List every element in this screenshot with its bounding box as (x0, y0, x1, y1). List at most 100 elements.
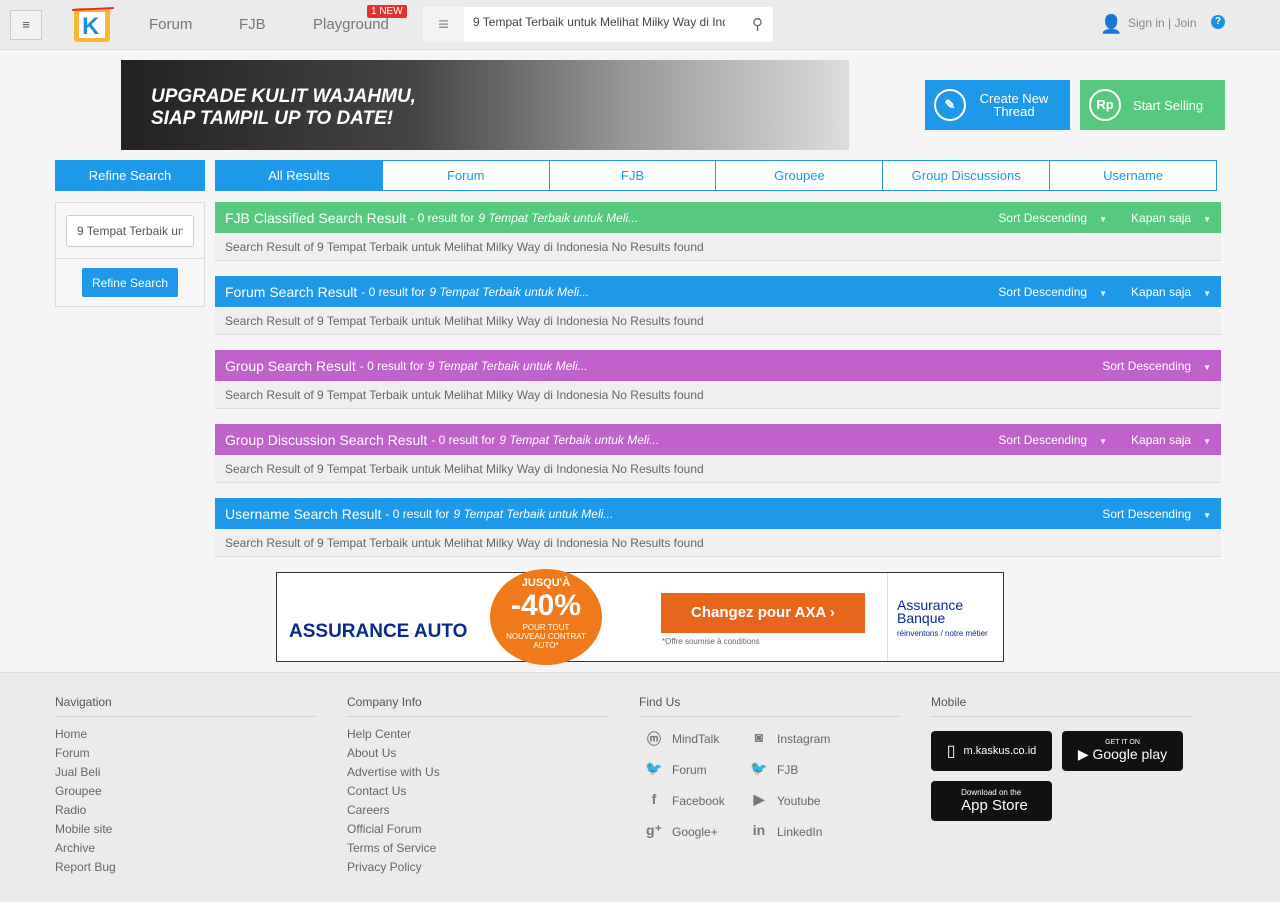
user-icon: 👤 (1100, 14, 1123, 34)
twitter-icon: 🐦 (750, 760, 768, 776)
create-thread-button[interactable]: ✎ Create New Thread (925, 80, 1070, 130)
search-menu-icon[interactable]: ≡ (423, 7, 464, 42)
result-count: - 0 result for (431, 432, 496, 447)
footer-navigation: Navigation Home Forum Jual Beli Groupee Radi… (55, 695, 315, 877)
footer-link[interactable]: Report Bug (55, 858, 315, 877)
section-header: Username Search Result - 0 result for 9 … (215, 498, 1221, 529)
mobile-site-badge[interactable]: ▯ m.kaskus.co.id (931, 731, 1052, 771)
footer-link[interactable]: Forum (55, 744, 315, 763)
social-link[interactable]: 🐦 Forum (644, 760, 706, 780)
sign-in-link[interactable]: Sign in | Join (1128, 16, 1197, 30)
footer-link[interactable]: Radio (55, 801, 315, 820)
caret-down-icon: ▼ (1099, 436, 1108, 446)
search-icon[interactable]: ⚲ (752, 15, 763, 33)
app-store-badge[interactable]: Download on the App Store (931, 781, 1052, 821)
ad-banner-bottom[interactable]: ASSURANCE AUTO JUSQU'À -40% POUR TOUT NO… (276, 569, 1004, 665)
refine-search-header[interactable]: Refine Search (55, 160, 205, 191)
sort-dropdown[interactable]: Sort Descending ▼ (1102, 507, 1211, 521)
section-header: FJB Classified Search Result - 0 result … (215, 202, 1221, 233)
social-link[interactable]: 🐦 FJB (749, 760, 798, 780)
sort-dropdown[interactable]: Sort Descending ▼ (998, 433, 1107, 447)
time-dropdown[interactable]: Kapan saja ▼ (1131, 211, 1211, 225)
section-body: Search Result of 9 Tempat Terbaik untuk … (215, 381, 1221, 409)
nav-fjb[interactable]: FJB (239, 16, 266, 33)
search-input[interactable] (473, 15, 725, 29)
menu-toggle-button[interactable]: ≡ (10, 10, 42, 40)
section-body: Search Result of 9 Tempat Terbaik untuk … (215, 455, 1221, 483)
section-forum: Forum Search Result - 0 result for 9 Tem… (215, 276, 1221, 335)
tab-group-discussions[interactable]: Group Discussions (882, 161, 1050, 190)
social-link[interactable]: in LinkedIn (749, 822, 823, 842)
footer-mobile: Mobile ▯ m.kaskus.co.id GET IT ON ▶ Google… (931, 695, 1191, 821)
refine-input[interactable] (66, 215, 194, 247)
tab-groupee[interactable]: Groupee (715, 161, 883, 190)
section-header: Group Discussion Search Result - 0 resul… (215, 424, 1221, 455)
start-selling-button[interactable]: Rp Start Selling (1080, 80, 1225, 130)
section-body: Search Result of 9 Tempat Terbaik untuk … (215, 529, 1221, 557)
section-group-discussion: Group Discussion Search Result - 0 resul… (215, 424, 1221, 483)
query-text: 9 Tempat Terbaik untuk Meli... (427, 358, 588, 373)
footer-link[interactable]: About Us (347, 744, 607, 763)
section-header: Group Search Result - 0 result for 9 Tem… (215, 350, 1221, 381)
caret-down-icon: ▼ (1203, 214, 1211, 224)
footer-link[interactable]: Terms of Service (347, 839, 607, 858)
caret-down-icon: ▼ (1203, 436, 1211, 446)
sort-dropdown[interactable]: Sort Descending ▼ (1102, 359, 1211, 373)
help-icon[interactable]: ? (1211, 15, 1225, 29)
ad-promo: JUSQU'À -40% POUR TOUT NOUVEAU CONTRAT A… (490, 569, 602, 665)
caret-down-icon: ▼ (1203, 362, 1211, 372)
svg-text:K: K (82, 13, 100, 40)
query-text: 9 Tempat Terbaik untuk Meli... (499, 432, 660, 447)
banner-text: SIAP TAMPIL UP TO DATE! (151, 108, 394, 129)
footer-link[interactable]: Advertise with Us (347, 763, 607, 782)
sort-dropdown[interactable]: Sort Descending ▼ (998, 211, 1107, 225)
phone-icon: ▯ (946, 743, 956, 760)
nav-forum[interactable]: Forum (149, 16, 192, 33)
section-group: Group Search Result - 0 result for 9 Tem… (215, 350, 1221, 409)
footer-link[interactable]: Careers (347, 801, 607, 820)
tab-username[interactable]: Username (1049, 161, 1216, 190)
caret-down-icon: ▼ (1099, 214, 1108, 224)
section-title: Group Search Result (225, 357, 356, 374)
refine-search-button[interactable]: Refine Search (82, 268, 178, 297)
nav-playground[interactable]: Playground (313, 16, 389, 33)
google-play-badge[interactable]: GET IT ON ▶ Google play (1062, 731, 1183, 771)
result-count: - 0 result for (361, 284, 426, 299)
refine-panel: Refine Search (55, 202, 205, 307)
footer-link[interactable]: Official Forum (347, 820, 607, 839)
footer-link[interactable]: Mobile site (55, 820, 315, 839)
section-header: Forum Search Result - 0 result for 9 Tem… (215, 276, 1221, 307)
result-count: - 0 result for (385, 506, 450, 521)
social-link[interactable]: f Facebook (644, 791, 725, 811)
footer-link[interactable]: Help Center (347, 725, 607, 744)
social-link[interactable]: ◙ Instagram (749, 729, 831, 749)
footer-link[interactable]: Privacy Policy (347, 858, 607, 877)
section-title: Username Search Result (225, 505, 382, 522)
tab-forum[interactable]: Forum (381, 161, 549, 190)
footer-link[interactable]: Home (55, 725, 315, 744)
instagram-icon: ◙ (754, 729, 764, 745)
time-dropdown[interactable]: Kapan saja ▼ (1131, 433, 1211, 447)
social-link[interactable]: g⁺ Google+ (644, 822, 718, 842)
sort-dropdown[interactable]: Sort Descending ▼ (998, 285, 1107, 299)
query-text: 9 Tempat Terbaik untuk Meli... (478, 210, 639, 225)
footer-link[interactable]: Groupee (55, 782, 315, 801)
tab-all-results[interactable]: All Results (216, 161, 382, 190)
section-username: Username Search Result - 0 result for 9 … (215, 498, 1221, 557)
footer-link[interactable]: Archive (55, 839, 315, 858)
mindtalk-icon: ⓜ (647, 731, 661, 747)
banner-text: UPGRADE KULIT WAJAHMU, (151, 86, 416, 107)
section-body: Search Result of 9 Tempat Terbaik untuk … (215, 307, 1221, 335)
ad-banner-top[interactable]: UPGRADE KULIT WAJAHMU, SIAP TAMPIL UP TO… (121, 60, 849, 150)
kaskus-logo[interactable]: K (68, 2, 118, 48)
tab-fjb[interactable]: FJB (548, 161, 716, 190)
facebook-icon: f (651, 791, 657, 807)
youtube-icon: ▶ (753, 791, 765, 807)
social-link[interactable]: ⓜ MindTalk (644, 729, 719, 749)
twitter-icon: 🐦 (645, 760, 663, 776)
footer-link[interactable]: Contact Us (347, 782, 607, 801)
time-dropdown[interactable]: Kapan saja ▼ (1131, 285, 1211, 299)
footer-link[interactable]: Jual Beli (55, 763, 315, 782)
social-link[interactable]: ▶ Youtube (749, 791, 821, 811)
caret-down-icon: ▼ (1099, 288, 1108, 298)
